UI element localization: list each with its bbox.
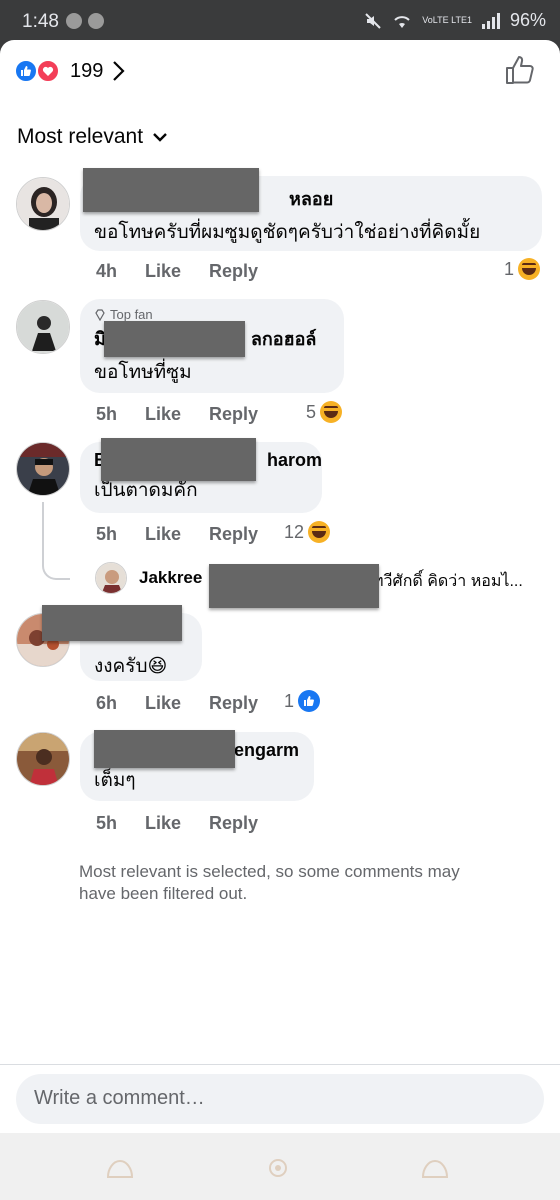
battery-level: 96%	[509, 10, 546, 30]
reply-button[interactable]: Reply	[209, 524, 258, 545]
redaction-box	[83, 168, 259, 212]
like-reaction-icon	[14, 59, 38, 83]
reply-button[interactable]: Reply	[209, 813, 258, 834]
comments-sheet: 199 Most relevant หลอย ขอโทษครับที่ผมซูม…	[0, 40, 560, 1133]
thread-connector	[42, 502, 70, 580]
comment-reactions[interactable]: 12	[284, 521, 331, 543]
avatar[interactable]	[16, 732, 70, 786]
filter-notice: Most relevant is selected, so some comme…	[79, 862, 460, 903]
reply-preview-text: ทวีศักดิ์ คิดว่า หอมไ...	[373, 573, 523, 590]
haha-icon	[518, 258, 541, 280]
redaction-box	[101, 438, 256, 481]
avatar[interactable]	[16, 442, 70, 496]
redaction-box	[42, 605, 182, 641]
chevron-down-icon	[153, 133, 167, 142]
like-comment-button[interactable]: Like	[145, 693, 181, 714]
redaction-box	[209, 564, 379, 608]
comment-time: 5h	[96, 813, 118, 833]
chevron-right-icon	[113, 61, 125, 81]
comment-time: 6h	[96, 693, 118, 713]
reply-button[interactable]: Reply	[209, 404, 258, 425]
avatar[interactable]	[16, 300, 70, 354]
comment-text: ขอโทษครับที่ผมซูมดูชัดๆครับว่าใช่อย่างที…	[94, 222, 481, 243]
love-reaction-icon	[36, 59, 60, 83]
status-time: 1:48	[22, 11, 59, 32]
comment-reactions[interactable]: 1	[284, 690, 321, 712]
divider	[0, 1064, 560, 1065]
notification-icons	[66, 13, 104, 29]
diamond-icon	[95, 308, 105, 321]
avatar[interactable]	[95, 562, 127, 594]
status-right: VoLTE LTE1 96%	[364, 10, 546, 31]
avatar[interactable]	[16, 177, 70, 231]
network-label: VoLTE LTE1	[422, 15, 472, 25]
reply-button[interactable]: Reply	[209, 693, 258, 714]
comment-time: 5h	[96, 524, 118, 544]
reaction-count: 1	[284, 690, 295, 711]
haha-icon	[320, 401, 343, 423]
comment-time: 5h	[96, 404, 118, 424]
comment-input-placeholder: Write a comment…	[34, 1087, 205, 1109]
notification-icon	[66, 13, 82, 29]
reactions-summary[interactable]: 199	[14, 58, 125, 84]
comment-reactions[interactable]: 5	[306, 401, 343, 423]
reaction-count: 5	[306, 401, 317, 422]
like-comment-button[interactable]: Like	[145, 404, 181, 425]
comment-actions: 5h Like Reply	[96, 404, 258, 425]
sort-label: Most relevant	[17, 125, 144, 148]
comment-actions: 5h Like Reply	[96, 524, 258, 545]
comment-actions: 6h Like Reply	[96, 693, 258, 714]
sort-dropdown[interactable]: Most relevant	[17, 125, 167, 149]
comment-actions: 5h Like Reply	[96, 813, 258, 834]
reaction-face-icon[interactable]	[420, 1157, 450, 1179]
top-fan-badge: Top fan	[94, 307, 330, 322]
comment-text: ขอโทษที่ซูม	[94, 362, 192, 383]
haha-icon	[308, 521, 331, 543]
like-post-icon[interactable]	[504, 54, 536, 86]
redaction-box	[94, 730, 235, 768]
reply-author-name[interactable]: Jakkree	[139, 568, 202, 588]
comment-reactions[interactable]: 1	[504, 258, 541, 280]
notification-icon	[88, 13, 104, 29]
comment-text: เต็มๆ	[94, 770, 136, 791]
comment-actions: 4h Like Reply	[96, 261, 258, 282]
gear-icon[interactable]	[263, 1157, 293, 1179]
bottom-nav	[0, 1133, 560, 1200]
like-comment-button[interactable]: Like	[145, 261, 181, 282]
comment-input[interactable]: Write a comment…	[16, 1074, 544, 1124]
reaction-count: 12	[284, 521, 305, 542]
reply-button[interactable]: Reply	[209, 261, 258, 282]
like-icon	[298, 690, 321, 712]
comment-text: งงครับ😆	[94, 656, 168, 677]
reaction-count: 1	[504, 258, 515, 279]
like-comment-button[interactable]: Like	[145, 524, 181, 545]
status-bar: 1:48 VoLTE LTE1 96%	[0, 0, 560, 40]
comment-time: 4h	[96, 261, 118, 281]
reaction-count: 199	[70, 59, 104, 82]
redaction-box	[104, 321, 245, 357]
wifi-icon	[394, 15, 410, 28]
reaction-face-icon[interactable]	[105, 1157, 135, 1179]
signal-icon	[481, 12, 500, 29]
mute-icon	[365, 12, 381, 29]
like-comment-button[interactable]: Like	[145, 813, 181, 834]
